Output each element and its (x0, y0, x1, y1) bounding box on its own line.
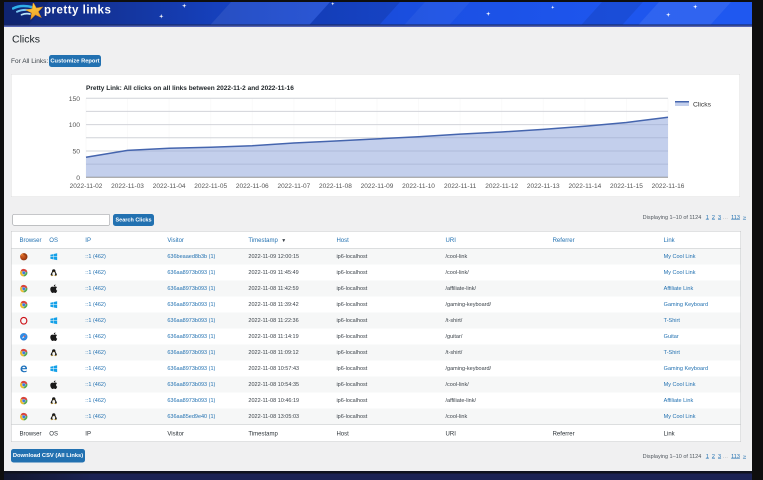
svg-text:2022-11-04: 2022-11-04 (153, 183, 186, 190)
svg-text:2022-11-11: 2022-11-11 (444, 183, 477, 190)
svg-text:Clicks: Clicks (693, 102, 712, 109)
svg-text:2022-11-14: 2022-11-14 (568, 183, 601, 190)
svg-text:2022-11-02: 2022-11-02 (70, 183, 103, 190)
svg-text:2022-11-05: 2022-11-05 (194, 183, 227, 190)
svg-text:2022-11-12: 2022-11-12 (485, 183, 518, 190)
svg-text:0: 0 (76, 175, 80, 182)
svg-text:2022-11-07: 2022-11-07 (277, 183, 310, 190)
svg-text:Pretty Link: All clicks on all: Pretty Link: All clicks on all links bet… (86, 85, 294, 92)
svg-text:2022-11-06: 2022-11-06 (236, 183, 269, 190)
svg-text:2022-11-16: 2022-11-16 (652, 183, 685, 190)
svg-text:2022-11-15: 2022-11-15 (610, 183, 643, 190)
svg-text:2022-11-03: 2022-11-03 (111, 183, 144, 190)
svg-text:2022-11-13: 2022-11-13 (527, 183, 560, 190)
svg-text:100: 100 (69, 122, 81, 129)
svg-text:50: 50 (72, 148, 80, 155)
svg-text:2022-11-09: 2022-11-09 (361, 183, 394, 190)
svg-text:2022-11-10: 2022-11-10 (402, 183, 435, 190)
svg-text:150: 150 (69, 96, 81, 103)
svg-text:2022-11-08: 2022-11-08 (319, 183, 352, 190)
